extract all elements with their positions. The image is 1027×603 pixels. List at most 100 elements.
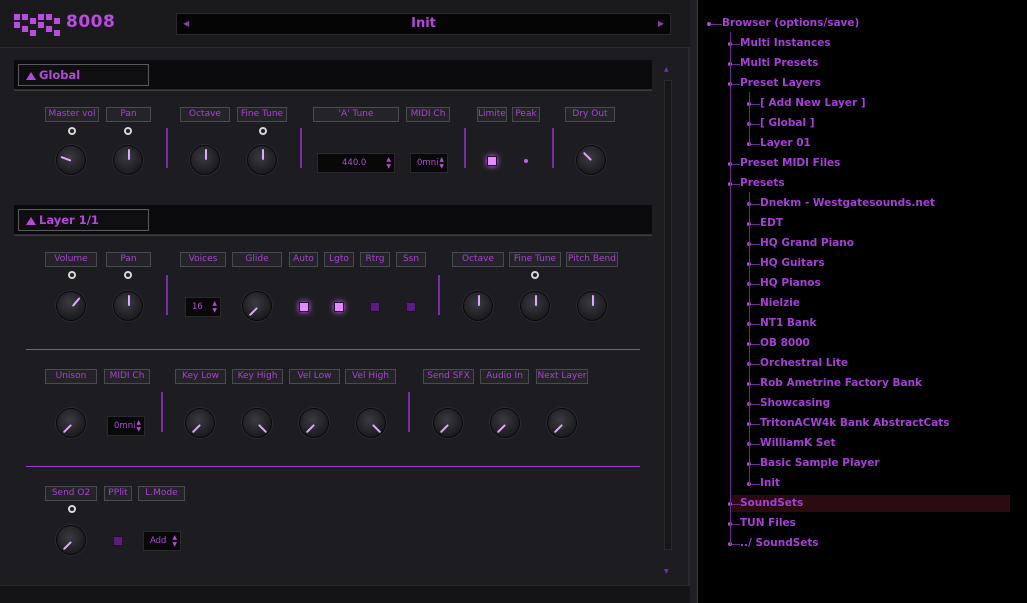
preset-selector[interactable]: ◀ Init ▶ xyxy=(176,13,671,35)
tree-item[interactable]: Rob Ametrine Factory Bank xyxy=(760,377,922,389)
pplit-led[interactable] xyxy=(113,536,123,546)
tree-item[interactable]: TUN Files xyxy=(740,517,796,529)
scroll-down-icon[interactable]: ▼ xyxy=(664,568,669,575)
spin-arrows-icon[interactable]: ▲ ▼ xyxy=(212,300,217,314)
volume-label[interactable]: Volume xyxy=(45,252,97,267)
tree-item[interactable]: HQ Grand Piano xyxy=(760,237,854,249)
tree-item[interactable]: Basic Sample Player xyxy=(760,457,880,469)
send-o2-reset-ring[interactable] xyxy=(68,505,76,513)
unison-label[interactable]: Unison xyxy=(45,369,97,384)
master-vol-knob[interactable] xyxy=(56,145,86,175)
vel-low-knob[interactable] xyxy=(299,408,329,438)
tree-item[interactable]: Multi Instances xyxy=(740,37,831,49)
pan-label[interactable]: Pan xyxy=(106,107,151,122)
send-o2-knob[interactable] xyxy=(56,525,86,555)
collapse-triangle-icon[interactable] xyxy=(26,217,36,225)
global-tab[interactable]: Global xyxy=(18,64,149,86)
master-vol-reset-ring[interactable] xyxy=(68,127,76,135)
lgto-led[interactable] xyxy=(334,302,344,312)
layer-tab[interactable]: Layer 1/1 xyxy=(18,209,149,231)
fine-tune-label[interactable]: Fine Tune xyxy=(509,252,561,267)
pan-label[interactable]: Pan xyxy=(106,252,151,267)
send-sfx-knob[interactable] xyxy=(433,408,463,438)
limiter-led[interactable] xyxy=(487,156,497,166)
vel-high-label[interactable]: Vel High xyxy=(345,369,396,384)
auto-led[interactable] xyxy=(299,302,309,312)
ssn-label[interactable]: Ssn xyxy=(396,252,426,267)
volume-reset-ring[interactable] xyxy=(68,271,76,279)
rtrg-label[interactable]: Rtrg xyxy=(360,252,390,267)
spin-arrows-icon[interactable]: ▲ ▼ xyxy=(136,419,141,433)
tree-item[interactable]: Layer 01 xyxy=(760,137,811,149)
pan-knob[interactable] xyxy=(113,291,143,321)
key-high-knob[interactable] xyxy=(242,408,272,438)
tree-item[interactable]: EDT xyxy=(760,217,783,229)
peak-label[interactable]: Peak xyxy=(512,107,540,122)
pitch-bend-knob[interactable] xyxy=(577,291,607,321)
dry-out-label[interactable]: Dry Out xyxy=(565,107,615,122)
midi-ch-field[interactable]: 0mni ▲ ▼ xyxy=(107,416,145,436)
master-vol-label[interactable]: Master vol xyxy=(45,107,99,122)
fine-tune-label[interactable]: Fine Tune xyxy=(237,107,287,122)
spin-arrows-icon[interactable]: ▲ ▼ xyxy=(386,156,391,170)
fine-tune-knob[interactable] xyxy=(520,291,550,321)
voices-field[interactable]: 16 ▲ ▼ xyxy=(185,297,221,317)
pan-reset-ring[interactable] xyxy=(124,271,132,279)
tree-item[interactable]: [ Global ] xyxy=(760,117,815,129)
key-low-label[interactable]: Key Low xyxy=(175,369,226,384)
next-layer-label[interactable]: Next Layer xyxy=(536,369,588,384)
next-preset-icon[interactable]: ▶ xyxy=(658,19,664,28)
octave-knob[interactable] xyxy=(190,145,220,175)
pan-knob[interactable] xyxy=(113,145,143,175)
tree-item[interactable]: NT1 Bank xyxy=(760,317,816,329)
send-sfx-label[interactable]: Send SFX xyxy=(423,369,474,384)
pitch-bend-label[interactable]: Pitch Bend xyxy=(566,252,618,267)
tree-item[interactable]: Multi Presets xyxy=(740,57,818,69)
tree-item[interactable]: Showcasing xyxy=(760,397,830,409)
voices-label[interactable]: Voices xyxy=(180,252,226,267)
unison-knob[interactable] xyxy=(56,408,86,438)
pplit-label[interactable]: PPlit xyxy=(104,486,132,501)
lgto-label[interactable]: Lgto xyxy=(324,252,354,267)
pan-reset-ring[interactable] xyxy=(124,127,132,135)
tree-item[interactable]: TritonACW4k Bank AbstractCats xyxy=(760,417,950,429)
a-tune-field[interactable]: 440.0 ▲ ▼ xyxy=(317,153,395,173)
midi-ch-field[interactable]: 0mni ▲ ▼ xyxy=(410,153,448,173)
tree-item[interactable]: [ Add New Layer ] xyxy=(760,97,866,109)
lmode-label[interactable]: L.Mode xyxy=(138,486,185,501)
collapse-triangle-icon[interactable] xyxy=(26,72,36,80)
fine-tune-knob[interactable] xyxy=(247,145,277,175)
volume-knob[interactable] xyxy=(56,291,86,321)
key-low-knob[interactable] xyxy=(185,408,215,438)
vel-high-knob[interactable] xyxy=(356,408,386,438)
tree-item[interactable]: Dnekm - Westgatesounds.net xyxy=(760,197,935,209)
audio-in-label[interactable]: Audio In xyxy=(480,369,529,384)
tree-item[interactable]: Browser (options/save) xyxy=(722,17,859,29)
fine-tune-reset-ring[interactable] xyxy=(531,271,539,279)
tree-node-dot[interactable] xyxy=(707,22,711,26)
tree-item[interactable]: Preset Layers xyxy=(740,77,821,89)
tree-item[interactable]: SoundSets xyxy=(740,497,803,509)
spin-arrows-icon[interactable]: ▲ ▼ xyxy=(172,534,177,548)
tree-item[interactable]: Orchestral Lite xyxy=(760,357,848,369)
midi-ch-label[interactable]: MIDI Ch xyxy=(104,369,150,384)
key-high-label[interactable]: Key High xyxy=(232,369,283,384)
glide-label[interactable]: Glide xyxy=(232,252,282,267)
spin-arrows-icon[interactable]: ▲ ▼ xyxy=(439,156,444,170)
auto-label[interactable]: Auto xyxy=(289,252,318,267)
limiter-label[interactable]: Limiter xyxy=(477,107,507,122)
tree-item[interactable]: Nielzie xyxy=(760,297,800,309)
next-layer-knob[interactable] xyxy=(547,408,577,438)
midi-ch-label[interactable]: MIDI Ch xyxy=(406,107,450,122)
ssn-led[interactable] xyxy=(406,302,416,312)
tree-item[interactable]: HQ Guitars xyxy=(760,257,825,269)
octave-label[interactable]: Octave xyxy=(452,252,504,267)
scroll-up-icon[interactable]: ▲ xyxy=(664,66,669,73)
send-o2-label[interactable]: Send O2 xyxy=(45,486,97,501)
tree-item[interactable]: Init xyxy=(760,477,780,489)
octave-label[interactable]: Octave xyxy=(180,107,230,122)
tree-item[interactable]: ../ SoundSets xyxy=(740,537,819,549)
glide-knob[interactable] xyxy=(242,291,272,321)
tree-item[interactable]: WilliamK Set xyxy=(760,437,836,449)
tree-item[interactable]: Presets xyxy=(740,177,785,189)
